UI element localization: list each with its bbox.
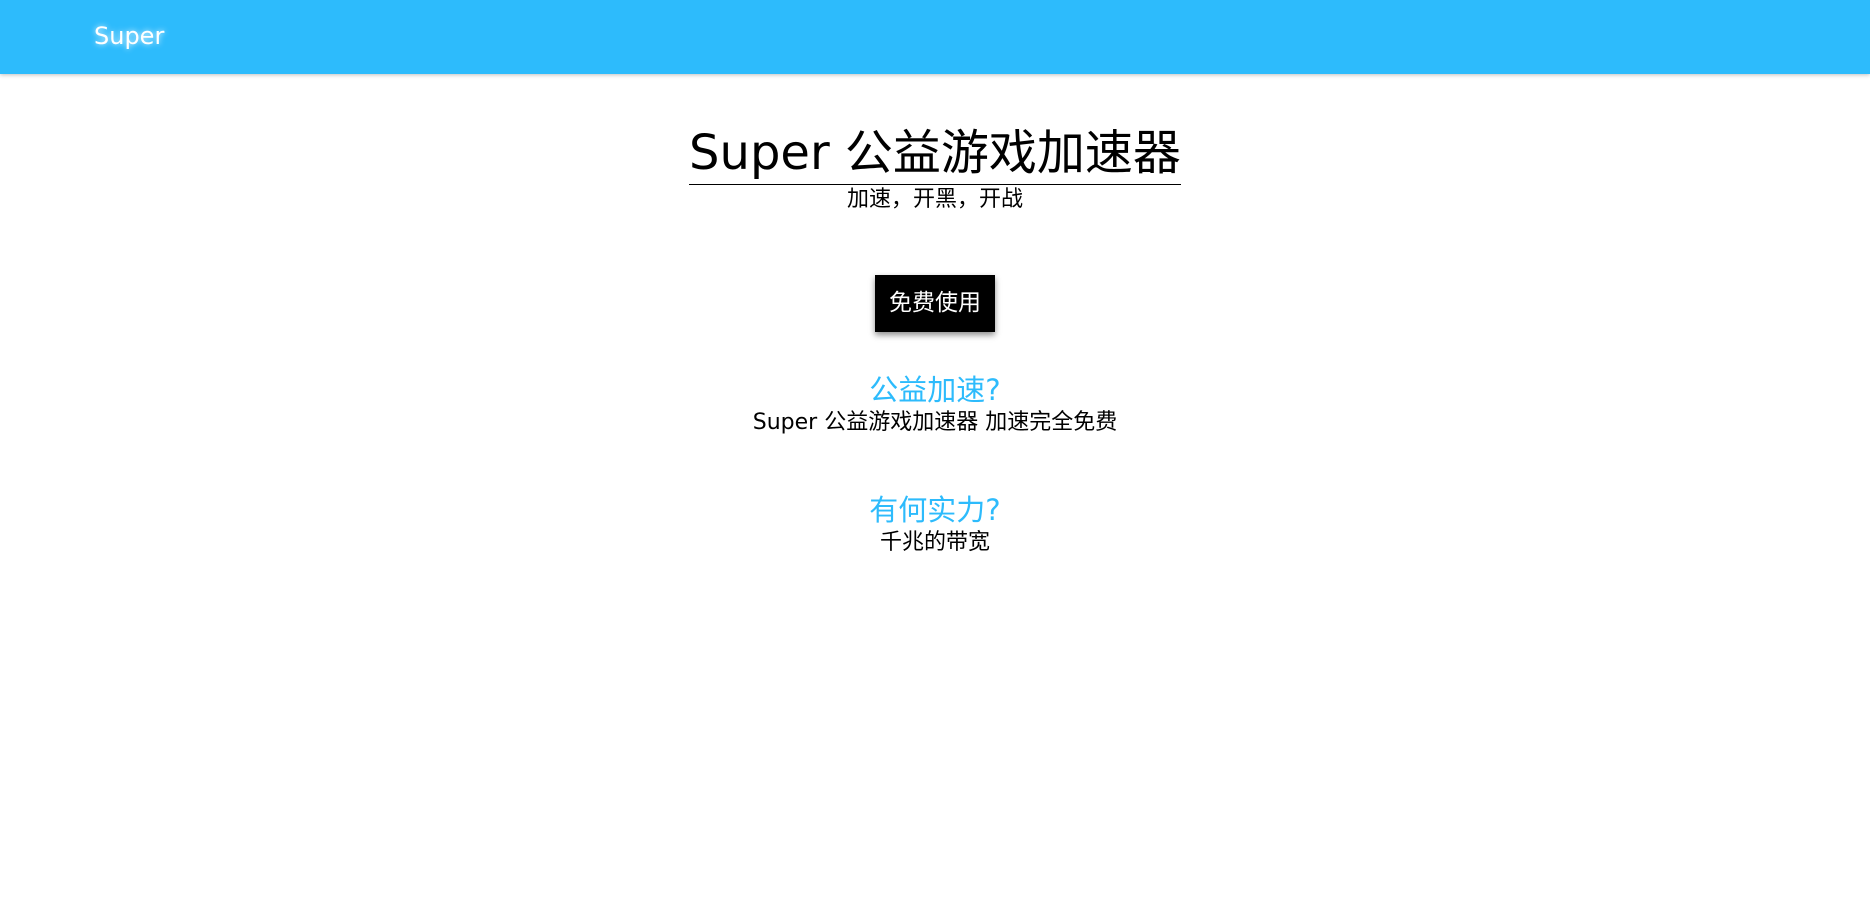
hero-section: Super 公益游戏加速器 加速，开黑，开战 (0, 124, 1870, 215)
top-navbar: Super (0, 0, 1870, 74)
brand-link[interactable]: Super (94, 20, 164, 52)
feature-description: Super 公益游戏加速器 加速完全免费 (752, 410, 1118, 435)
feature-title: 公益加速? (869, 373, 1001, 407)
feature-free-acceleration: 公益加速? Super 公益游戏加速器 加速完全免费 (0, 372, 1870, 438)
feature-capability: 有何实力? 千兆的带宽 (0, 492, 1870, 558)
page-title: Super 公益游戏加速器 (689, 124, 1181, 185)
feature-title: 有何实力? (869, 493, 1001, 527)
page-subtitle: 加速，开黑，开战 (846, 187, 1023, 212)
cta-container: 免费使用 (0, 275, 1870, 332)
feature-description: 千兆的带宽 (879, 530, 990, 555)
free-use-button[interactable]: 免费使用 (875, 275, 995, 332)
